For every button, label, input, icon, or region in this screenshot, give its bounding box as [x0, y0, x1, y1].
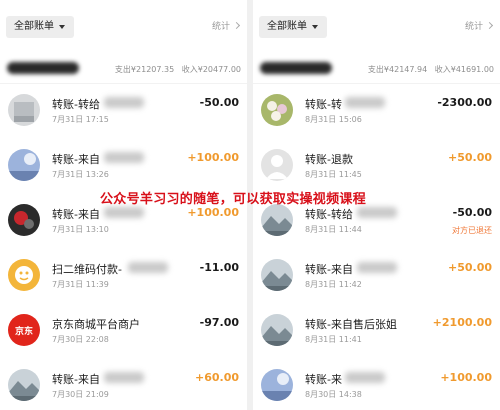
- redacted-name: [104, 372, 144, 383]
- income-amount: +100.00: [440, 371, 492, 384]
- transaction-title: 转账-退款: [305, 153, 353, 166]
- transaction-title: 转账-来自售后张姐: [305, 318, 397, 331]
- income-amount: +100.00: [187, 206, 239, 219]
- jd-logo-icon: 京东: [8, 314, 40, 346]
- transaction-time: 8月30日 14:38: [305, 390, 362, 399]
- transaction-title: 转账-来自: [52, 208, 100, 221]
- redacted-name: [357, 262, 397, 273]
- chevron-right-icon: [485, 21, 494, 30]
- transaction-list: 转账-转给 7月31日 17:15 -50.00 转账-来自 7月31日 13:26 +1…: [0, 84, 247, 410]
- statistics-link[interactable]: 统计: [211, 19, 241, 32]
- transaction-time: 7月31日 11:39: [52, 280, 109, 289]
- avatar: [261, 369, 293, 401]
- filter-label: 全部账单: [14, 21, 54, 32]
- month-summary-bar[interactable]: 支出¥21207.35 收入¥20477.00: [0, 54, 247, 84]
- transaction-title: 转账-转: [305, 98, 342, 111]
- transaction-time: 8月31日 11:41: [305, 335, 362, 344]
- income-amount: +100.00: [187, 151, 239, 164]
- expense-amount: -97.00: [199, 316, 239, 329]
- expense-amount: -50.00: [199, 96, 239, 109]
- transaction-time: 8月31日 11:44: [305, 225, 362, 234]
- expense-amount: -11.00: [199, 261, 239, 274]
- transaction-time: 7月31日 17:15: [52, 115, 109, 124]
- transaction-time: 7月30日 21:09: [52, 390, 109, 399]
- filter-label: 全部账单: [267, 21, 307, 32]
- transaction-time: 8月31日 11:45: [305, 170, 362, 179]
- transaction-row[interactable]: 转账-退款 8月31日 11:45 +50.00: [253, 139, 500, 194]
- redacted-name: [357, 207, 397, 218]
- avatar: [261, 314, 293, 346]
- avatar: [8, 369, 40, 401]
- caret-down-icon: [312, 25, 318, 29]
- transaction-row[interactable]: 转账-来 8月30日 14:38 +100.00: [253, 359, 500, 410]
- avatar: [8, 204, 40, 236]
- transaction-row[interactable]: 转账-来自 8月31日 11:42 +50.00: [253, 249, 500, 304]
- month-selector-redacted[interactable]: [7, 62, 79, 74]
- transaction-time: 7月30日 22:08: [52, 335, 109, 344]
- redacted-name: [104, 152, 144, 163]
- transaction-status: 对方已退还: [452, 226, 492, 235]
- transaction-row[interactable]: 转账-来自售后张姐 8月31日 11:41 +2100.00: [253, 304, 500, 359]
- redacted-name: [345, 97, 385, 108]
- transaction-time: 7月31日 13:26: [52, 170, 109, 179]
- redacted-name: [128, 262, 168, 273]
- transaction-title: 转账-转给: [305, 208, 353, 221]
- avatar: [261, 94, 293, 126]
- income-total: 收入¥41691.00: [434, 65, 494, 74]
- all-bills-filter-button[interactable]: 全部账单: [259, 16, 327, 38]
- transaction-time: 7月31日 13:10: [52, 225, 109, 234]
- transaction-time: 8月31日 15:06: [305, 115, 362, 124]
- transaction-row[interactable]: 转账-来自 7月30日 21:09 +60.00: [0, 359, 247, 410]
- transaction-title: 转账-来自: [52, 373, 100, 386]
- transaction-row[interactable]: 扫二维码付款- 7月31日 11:39 -11.00: [0, 249, 247, 304]
- month-summary: 支出¥21207.35 收入¥20477.00: [115, 64, 241, 75]
- expense-total: 支出¥21207.35: [114, 65, 175, 74]
- expense-amount: -2300.00: [437, 96, 492, 109]
- transaction-title: 转账-转给: [52, 98, 100, 111]
- avatar: [261, 259, 293, 291]
- transaction-title: 京东商城平台商户: [52, 318, 140, 331]
- watermark-text: 公众号羊习习的随笔，可以获取实操视频课程: [100, 192, 367, 207]
- default-person-icon: [261, 149, 293, 181]
- transaction-row[interactable]: 京东 京东商城平台商户 7月30日 22:08 -97.00: [0, 304, 247, 359]
- top-bar: 全部账单 统计: [0, 0, 247, 54]
- avatar: [8, 94, 40, 126]
- income-amount: +50.00: [447, 261, 492, 274]
- transaction-row[interactable]: 转账-来自 7月31日 13:26 +100.00: [0, 139, 247, 194]
- statistics-label: 统计: [464, 22, 483, 32]
- transaction-title: 转账-来自: [52, 153, 100, 166]
- redacted-name: [104, 207, 144, 218]
- redacted-name: [104, 97, 144, 108]
- avatar: [8, 149, 40, 181]
- income-amount: +50.00: [447, 151, 492, 164]
- month-selector-redacted[interactable]: [260, 62, 332, 74]
- expense-total: 支出¥42147.94: [367, 65, 428, 74]
- expense-amount: -50.00: [452, 206, 492, 219]
- transaction-title: 转账-来: [305, 373, 342, 386]
- transaction-title: 扫二维码付款-: [52, 263, 122, 276]
- statistics-link[interactable]: 统计: [464, 19, 494, 32]
- transaction-row[interactable]: 转账-转给 7月31日 17:15 -50.00: [0, 84, 247, 139]
- transaction-time: 8月31日 11:42: [305, 280, 362, 289]
- redacted-name: [345, 372, 385, 383]
- transaction-title: 转账-来自: [305, 263, 353, 276]
- transaction-list: 转账-转 8月31日 15:06 -2300.00 转账-退款 8月31日 11:45 +…: [253, 84, 500, 410]
- transaction-row[interactable]: 转账-转 8月31日 15:06 -2300.00: [253, 84, 500, 139]
- month-summary: 支出¥42147.94 收入¥41691.00: [368, 64, 494, 75]
- caret-down-icon: [59, 25, 65, 29]
- avatar: [261, 204, 293, 236]
- all-bills-filter-button[interactable]: 全部账单: [6, 16, 74, 38]
- month-summary-bar[interactable]: 支出¥42147.94 收入¥41691.00: [253, 54, 500, 84]
- income-amount: +2100.00: [432, 316, 492, 329]
- statistics-label: 统计: [211, 22, 230, 32]
- income-amount: +60.00: [194, 371, 239, 384]
- top-bar: 全部账单 统计: [253, 0, 500, 54]
- chevron-right-icon: [232, 21, 241, 30]
- jd-logo-text: 京东: [14, 326, 33, 337]
- income-total: 收入¥20477.00: [181, 65, 241, 74]
- emoji-icon: [8, 259, 40, 291]
